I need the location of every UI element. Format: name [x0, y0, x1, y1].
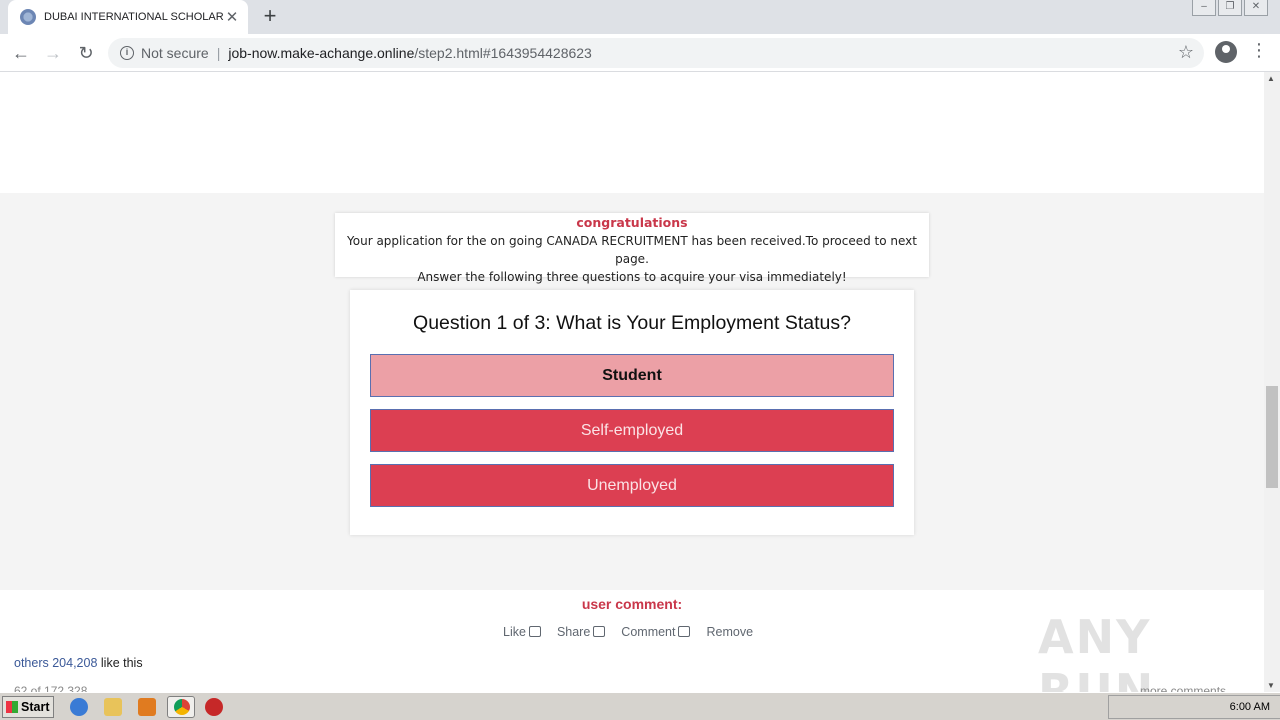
speech-bubble-icon: [678, 626, 691, 637]
url-path: /step2.html#1643954428623: [414, 45, 592, 61]
forward-arrow-icon[interactable]: →: [40, 40, 66, 66]
congratulations-notice: congratulations Your application for the…: [335, 213, 929, 284]
like-link[interactable]: Like: [503, 625, 541, 639]
comment-link[interactable]: Comment: [621, 625, 691, 639]
comments-count-partial: 62 of 172,328: [14, 684, 88, 692]
likes-link[interactable]: others 204,208: [14, 656, 97, 670]
address-bar[interactable]: i Not secure | job-now.make-achange.onli…: [108, 38, 1204, 68]
url-host: job-now.make-achange.online: [228, 45, 415, 61]
separator: |: [216, 45, 221, 61]
option-student-button[interactable]: Student: [370, 354, 894, 397]
share-icon: [593, 626, 606, 637]
chrome-taskbar-button[interactable]: [167, 696, 195, 718]
windows-taskbar: Start 6:00 AM: [0, 692, 1280, 720]
bookmark-star-icon[interactable]: ☆: [1178, 42, 1194, 63]
likes-suffix: like this: [100, 656, 143, 670]
scroll-up-icon[interactable]: ▲: [1267, 74, 1275, 83]
start-button[interactable]: Start: [2, 696, 54, 718]
browser-toolbar: ← → ↻ i Not secure | job-now.make-achang…: [0, 34, 1280, 72]
system-tray: 6:00 AM: [1108, 695, 1280, 719]
window-close-icon[interactable]: ✕: [1244, 0, 1268, 16]
reload-icon[interactable]: ↻: [73, 40, 99, 66]
option-self-employed-button[interactable]: Self-employed: [370, 409, 894, 452]
vertical-scrollbar[interactable]: ▲ ▼: [1264, 72, 1280, 692]
menu-kebab-icon[interactable]: ⋮: [1250, 40, 1268, 61]
close-icon[interactable]: ✕: [224, 8, 240, 26]
back-arrow-icon[interactable]: ←: [8, 40, 34, 66]
question-title: Question 1 of 3: What is Your Employment…: [413, 312, 851, 334]
thumbs-up-icon: [528, 626, 541, 637]
likes-count: others 204,208 like this: [14, 656, 143, 670]
scroll-down-icon[interactable]: ▼: [1267, 681, 1275, 690]
restore-icon[interactable]: ❐: [1218, 0, 1242, 16]
tab-title: DUBAI INTERNATIONAL SCHOLARSHI: [44, 11, 224, 23]
notice-heading: congratulations: [576, 215, 688, 230]
option-unemployed-button[interactable]: Unemployed: [370, 464, 894, 507]
not-secure-label: Not secure: [141, 45, 209, 61]
folder-icon[interactable]: [104, 698, 122, 716]
notice-line-1: Your application for the on going CANADA…: [347, 234, 917, 266]
clock[interactable]: 6:00 AM: [1230, 701, 1270, 713]
chrome-icon: [174, 699, 190, 715]
anyrun-watermark: ANY RUN: [1038, 610, 1156, 692]
remove-link[interactable]: Remove: [706, 625, 753, 639]
page-viewport: congratulations Your application for the…: [0, 72, 1264, 692]
profile-avatar-icon[interactable]: [1215, 41, 1237, 63]
window-controls: – ❐ ✕: [1192, 0, 1268, 16]
scrollbar-thumb[interactable]: [1266, 386, 1278, 488]
info-icon[interactable]: i: [120, 46, 134, 60]
tab-strip: DUBAI INTERNATIONAL SCHOLARSHI ✕ + – ❐ ✕: [0, 0, 1280, 34]
comment-actions: Like Share Comment Remove: [503, 625, 753, 639]
new-tab-button[interactable]: +: [258, 4, 282, 28]
share-link[interactable]: Share: [557, 625, 606, 639]
ie-icon[interactable]: [70, 698, 88, 716]
media-player-icon[interactable]: [138, 698, 156, 716]
tab-active[interactable]: DUBAI INTERNATIONAL SCHOLARSHI ✕: [8, 0, 248, 34]
globe-icon: [20, 9, 36, 25]
question-card: Question 1 of 3: What is Your Employment…: [350, 290, 914, 535]
stop-icon[interactable]: [205, 698, 223, 716]
notice-line-2: Answer the following three questions to …: [417, 270, 847, 284]
minimize-icon[interactable]: –: [1192, 0, 1216, 16]
